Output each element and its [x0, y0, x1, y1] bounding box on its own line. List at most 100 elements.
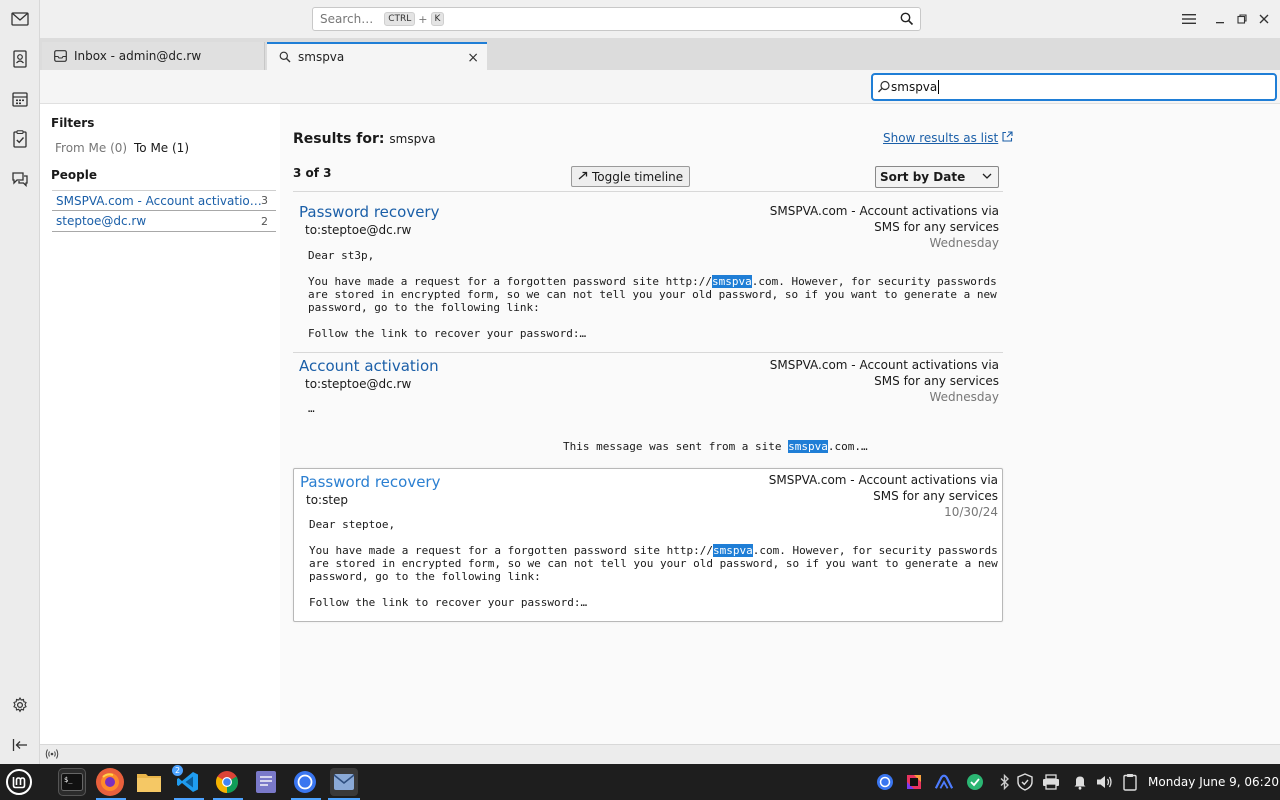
people-heading: People — [51, 168, 98, 182]
clipboard-icon[interactable] — [1121, 773, 1139, 791]
message-result[interactable]: Password recovery to:steptoe@dc.rw SMSPV… — [293, 203, 1003, 353]
shortcut-key-ctrl: CTRL — [384, 12, 416, 26]
signal-icon[interactable] — [291, 768, 319, 796]
menu-icon[interactable] — [1180, 10, 1198, 28]
person-row-smspva[interactable]: SMSPVA.com - Account activatio… 3 — [52, 190, 276, 211]
divider — [293, 352, 1003, 353]
signal-tray-icon[interactable] — [876, 773, 894, 791]
snippet-line: are stored in encrypted form, so we can … — [309, 557, 998, 570]
filter-from-me[interactable]: From Me (0) — [55, 141, 127, 155]
printer-icon[interactable] — [1042, 773, 1060, 791]
show-results-as-list-label: Show results as list — [883, 131, 999, 145]
files-folder-icon[interactable] — [135, 768, 163, 796]
search-highlight: smspva — [711, 275, 752, 288]
settings-gear-icon[interactable] — [10, 695, 30, 715]
notification-badge: 2 — [172, 765, 183, 776]
snippet-line: .com.… — [827, 440, 868, 453]
title-bar: Search… CTRL + K — [0, 0, 1280, 38]
message-sender: SMSPVA.com - Account activations via SMS… — [769, 357, 999, 405]
trend-icon — [578, 170, 588, 184]
message-snippet: Dear st3p, You have made a request for a… — [308, 249, 997, 340]
tab-search-results[interactable]: smspva × — [267, 42, 487, 70]
tab-inbox-label: Inbox - admin@dc.rw — [74, 49, 202, 63]
snippet-line: Follow the link to recover your password… — [309, 596, 588, 609]
global-search-field[interactable]: Search… CTRL + K — [312, 7, 921, 31]
jetbrains-toolbox-icon[interactable] — [905, 773, 923, 791]
snippet-line: Follow the link to recover your password… — [308, 327, 587, 340]
message-subject[interactable]: Password recovery — [299, 203, 439, 221]
minimize-icon[interactable] — [1211, 10, 1229, 28]
message-subject[interactable]: Account activation — [299, 357, 439, 375]
snippet-line: .com. However, for security passwords — [751, 275, 997, 288]
message-recipient: to:steptoe@dc.rw — [305, 377, 412, 391]
close-tab-icon[interactable]: × — [467, 50, 479, 66]
spaces-toolbar — [0, 38, 40, 764]
snippet-line: Dear st3p, — [308, 249, 375, 262]
search-messages-input[interactable]: smspva — [871, 73, 1277, 101]
snippet-line: password, go to the following link: — [308, 301, 540, 314]
chrome-icon[interactable] — [213, 768, 241, 796]
person-row-steptoe[interactable]: steptoe@dc.rw 2 — [52, 211, 276, 232]
person-name: SMSPVA.com - Account activatio… — [56, 193, 262, 208]
message-date: Wednesday — [929, 390, 999, 404]
sync-icon[interactable] — [966, 773, 984, 791]
show-results-as-list-link[interactable]: Show results as list — [883, 131, 1013, 145]
collapse-sidebar-icon[interactable] — [10, 735, 30, 755]
mail-icon[interactable] — [10, 9, 30, 29]
terminal-icon[interactable]: $_ — [58, 768, 86, 796]
chat-icon[interactable] — [10, 169, 30, 189]
tab-inbox[interactable]: Inbox - admin@dc.rw — [42, 42, 265, 70]
tab-strip: Inbox - admin@dc.rw smspva × — [40, 38, 1280, 70]
volume-icon[interactable] — [1096, 773, 1114, 791]
vpn-icon[interactable] — [935, 773, 953, 791]
filters-panel: Filters From Me (0) To Me (1) People SMS… — [40, 104, 279, 744]
external-open-icon — [1002, 131, 1013, 145]
thunderbird-mail-icon[interactable] — [330, 768, 358, 796]
search-highlight: smspva — [712, 544, 753, 557]
restore-icon[interactable] — [1233, 10, 1251, 28]
filters-heading: Filters — [51, 116, 95, 130]
notifications-bell-icon[interactable] — [1071, 773, 1089, 791]
message-subject[interactable]: Password recovery — [300, 473, 440, 491]
search-icon — [877, 80, 891, 97]
taskbar: $_ 2 Monday June 9, 06:20 — [0, 764, 1280, 800]
snippet-line: You have made a request for a forgotten … — [308, 275, 712, 288]
message-sender: SMSPVA.com - Account activations via SMS… — [769, 203, 999, 251]
divider — [293, 191, 1003, 192]
toggle-timeline-label: Toggle timeline — [592, 169, 684, 184]
sender-line: SMS for any services — [874, 220, 999, 234]
sender-line: SMSPVA.com - Account activations via — [769, 358, 999, 372]
snippet-line: are stored in encrypted form, so we can … — [308, 288, 997, 301]
bluetooth-icon[interactable] — [996, 773, 1014, 791]
sort-select[interactable]: Sort by Date — [875, 166, 999, 188]
message-snippet: … — [308, 402, 315, 415]
message-result[interactable]: Account activation to:steptoe@dc.rw SMSP… — [293, 357, 1003, 462]
search-icon[interactable] — [900, 12, 914, 29]
address-book-icon[interactable] — [10, 49, 30, 69]
message-result-selected[interactable]: Password recovery to:step SMSPVA.com - A… — [293, 468, 1003, 622]
toggle-timeline-button[interactable]: Toggle timeline — [571, 166, 691, 187]
results-label: Results for: — [293, 131, 385, 147]
clock[interactable]: Monday June 9, 06:20 — [1148, 775, 1279, 789]
connection-status-icon[interactable] — [45, 748, 59, 763]
sender-line: SMS for any services — [873, 489, 998, 503]
snippet-line: .com. However, for security passwords — [752, 544, 998, 557]
mint-menu-icon[interactable] — [5, 768, 33, 796]
calendar-icon[interactable] — [10, 89, 30, 109]
shield-icon[interactable] — [1016, 773, 1034, 791]
message-snippet: Dear steptoe, You have made a request fo… — [309, 518, 998, 609]
vscode-icon[interactable]: 2 — [172, 765, 202, 796]
tab-search-label: smspva — [298, 50, 345, 64]
text-editor-icon[interactable] — [252, 768, 280, 796]
search-results-page: Filters From Me (0) To Me (1) People SMS… — [40, 104, 1280, 744]
message-sender: SMSPVA.com - Account activations via SMS… — [768, 472, 998, 520]
filter-to-me[interactable]: To Me (1) — [134, 141, 189, 155]
status-bar — [40, 744, 1280, 764]
firefox-icon[interactable] — [96, 768, 124, 796]
snippet-line: password, go to the following link: — [309, 570, 541, 583]
tasks-icon[interactable] — [10, 129, 30, 149]
search-highlight: smspva — [788, 440, 828, 453]
close-window-icon[interactable] — [1255, 10, 1273, 28]
snippet-line: This message was sent from a site — [563, 440, 789, 453]
text-caret — [938, 80, 940, 94]
